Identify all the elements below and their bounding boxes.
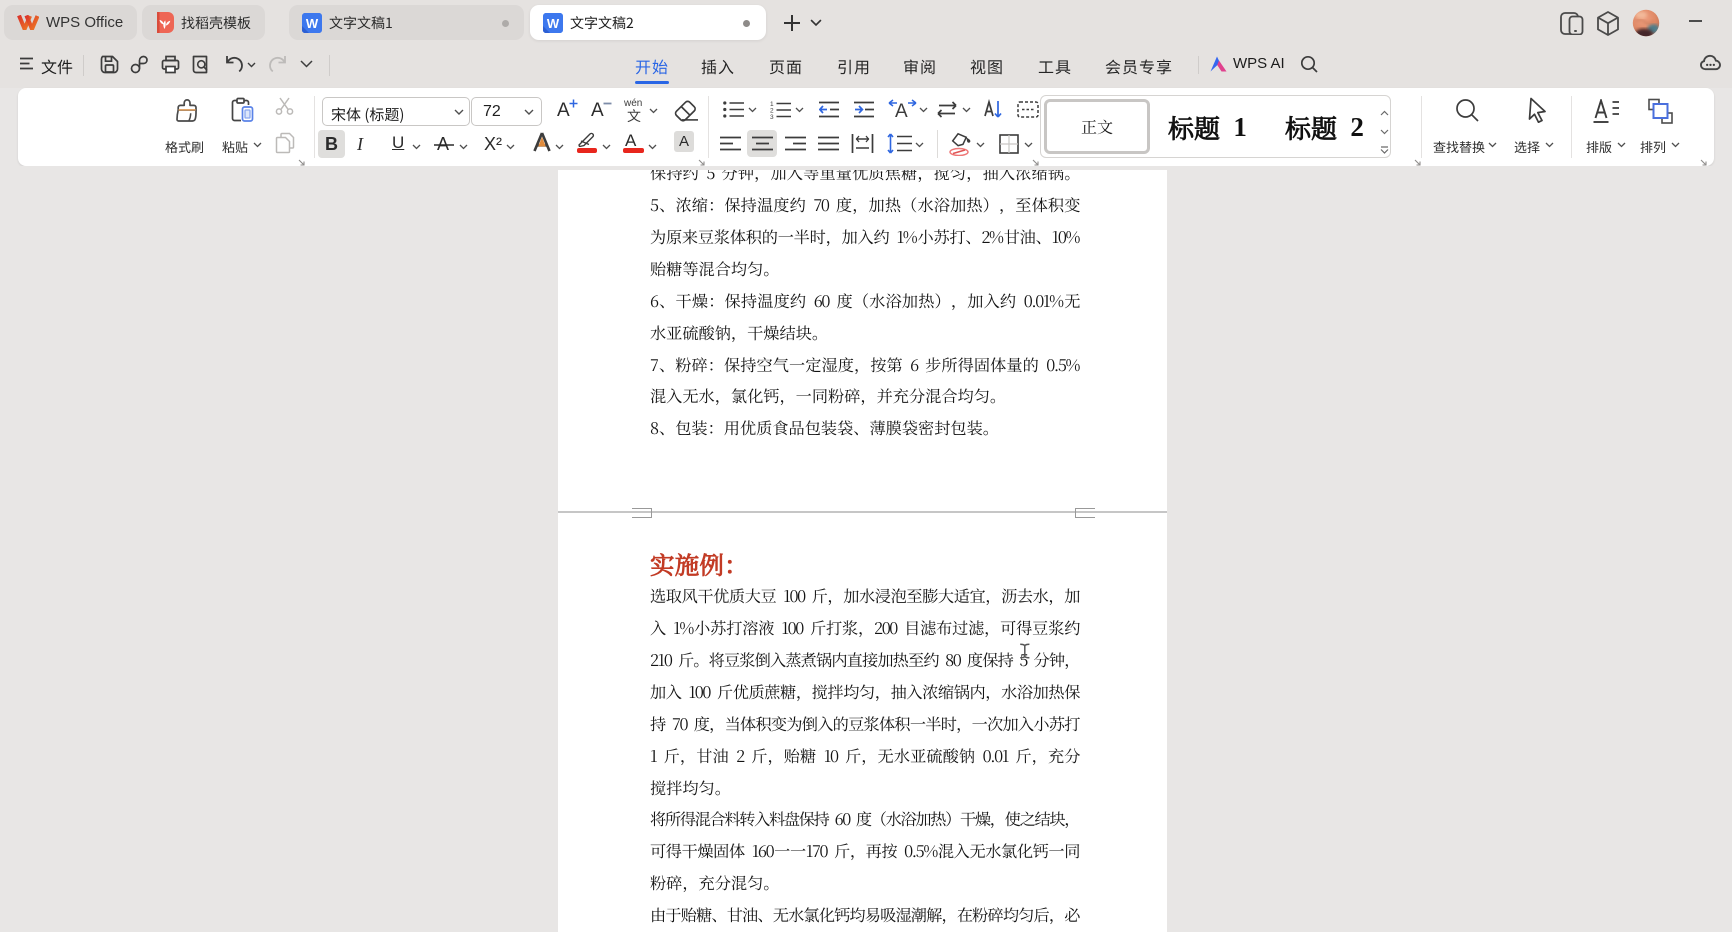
svg-text:3: 3 <box>770 114 774 119</box>
svg-text:W: W <box>306 16 319 31</box>
svg-text:文: 文 <box>627 106 641 124</box>
svg-text:W: W <box>547 16 560 31</box>
